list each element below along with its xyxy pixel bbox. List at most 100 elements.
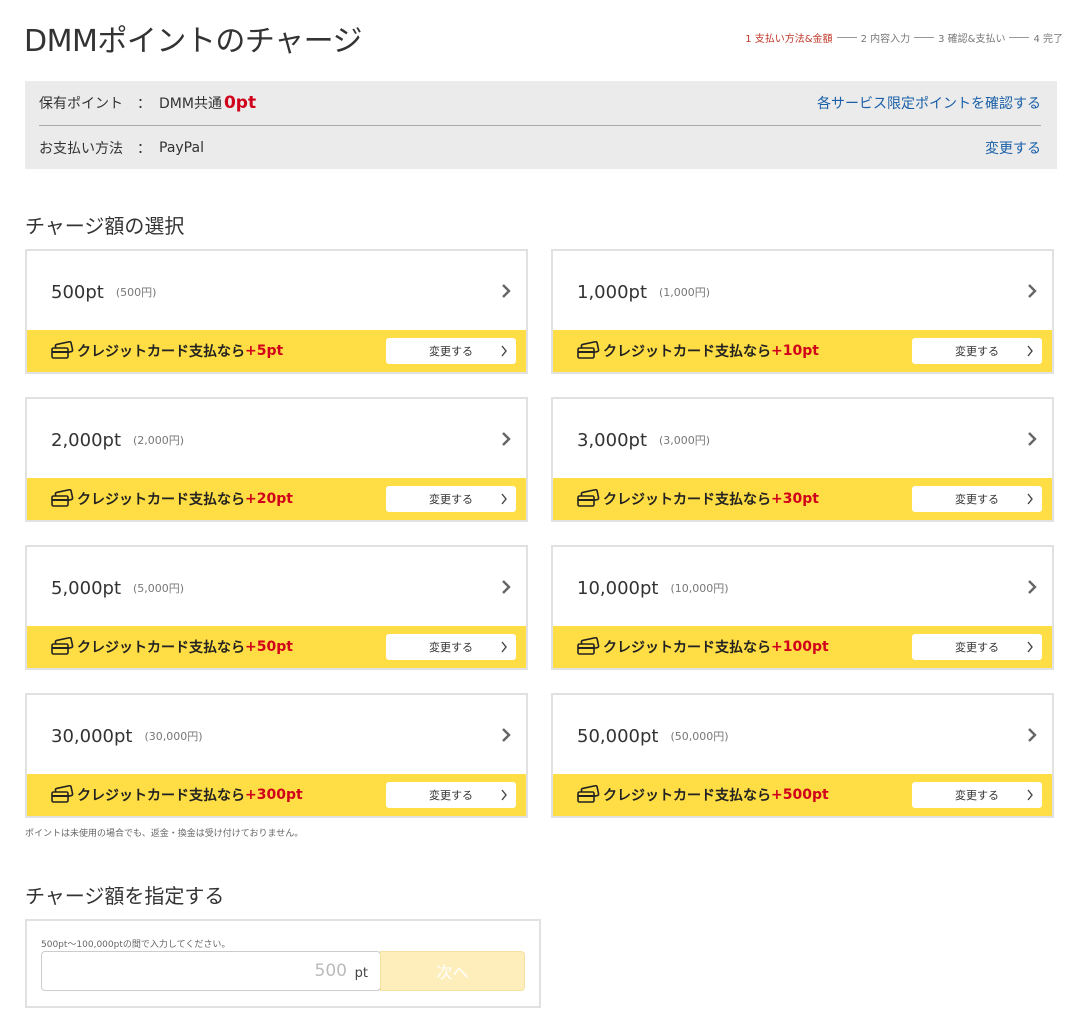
credit-card-text: クレジットカード支払なら xyxy=(603,640,771,656)
chevron-right-icon xyxy=(1028,284,1037,298)
step-3: 3 確認&支払い xyxy=(938,34,1006,45)
charge-amount: 3,000pt xyxy=(577,429,648,451)
chevron-right-icon xyxy=(1027,345,1033,357)
change-to-credit-button[interactable]: 変更する xyxy=(386,338,516,364)
chevron-right-icon xyxy=(1027,493,1033,505)
step-4: 4 完了 xyxy=(1033,34,1063,45)
change-to-credit-button[interactable]: 変更する xyxy=(386,634,516,660)
change-button-label: 変更する xyxy=(429,641,473,654)
credit-bonus: +500pt xyxy=(771,787,829,803)
step-separator xyxy=(836,37,857,38)
credit-bonus: +30pt xyxy=(771,491,819,507)
credit-card-icon xyxy=(577,637,600,655)
charge-yen: (3,000円) xyxy=(659,434,711,447)
points-row: 保有ポイント ： DMM共通 0pt 各サービス限定ポイントを確認する xyxy=(39,81,1041,126)
card-top: 3,000pt (3,000円) xyxy=(553,399,1052,481)
change-to-credit-button[interactable]: 変更する xyxy=(912,782,1042,808)
card-top: 500pt (500円) xyxy=(27,251,526,333)
change-to-credit-button[interactable]: 変更する xyxy=(912,338,1042,364)
charge-option-card[interactable]: 50,000pt (50,000円) クレジットカード支払なら +500pt 変… xyxy=(551,693,1054,818)
chevron-right-icon xyxy=(1028,432,1037,446)
credit-card-text: クレジットカード支払なら xyxy=(77,640,245,656)
custom-amount-box: 500pt〜100,000ptの間で入力してください。 pt 次へ xyxy=(25,919,541,1008)
credit-bonus-bar: クレジットカード支払なら +10pt 変更する xyxy=(553,330,1052,372)
chevron-right-icon xyxy=(501,493,507,505)
points-colon: ： xyxy=(137,96,151,112)
charge-amount: 10,000pt xyxy=(577,577,659,599)
charge-yen: (50,000円) xyxy=(670,730,729,743)
credit-bonus: +100pt xyxy=(771,639,829,655)
credit-bonus: +50pt xyxy=(245,639,293,655)
credit-card-icon xyxy=(577,341,600,359)
change-button-label: 変更する xyxy=(955,641,999,654)
credit-bonus-bar: クレジットカード支払なら +30pt 変更する xyxy=(553,478,1052,520)
change-button-label: 変更する xyxy=(955,789,999,802)
credit-card-icon xyxy=(51,637,74,655)
chevron-right-icon xyxy=(1027,789,1033,801)
credit-bonus: +300pt xyxy=(245,787,303,803)
credit-bonus: +5pt xyxy=(245,343,284,359)
credit-bonus-bar: クレジットカード支払なら +50pt 変更する xyxy=(27,626,526,668)
step-1: 1 支払い方法&金額 xyxy=(745,34,833,45)
points-label: 保有ポイント xyxy=(39,96,123,112)
next-button[interactable]: 次へ xyxy=(380,951,525,991)
card-top: 5,000pt (5,000円) xyxy=(27,547,526,629)
charge-option-card[interactable]: 5,000pt (5,000円) クレジットカード支払なら +50pt 変更する xyxy=(25,545,528,670)
card-top: 2,000pt (2,000円) xyxy=(27,399,526,481)
charge-yen: (500円) xyxy=(115,286,157,299)
charge-amount: 500pt xyxy=(51,281,104,303)
charge-option-card[interactable]: 3,000pt (3,000円) クレジットカード支払なら +30pt 変更する xyxy=(551,397,1054,522)
step-separator xyxy=(914,37,935,38)
custom-amount-input[interactable] xyxy=(42,952,347,990)
charge-option-card[interactable]: 500pt (500円) クレジットカード支払なら +5pt 変更する xyxy=(25,249,528,374)
payment-value: PayPal xyxy=(159,140,204,156)
chevron-right-icon xyxy=(1028,580,1037,594)
change-to-credit-button[interactable]: 変更する xyxy=(386,782,516,808)
chevron-right-icon xyxy=(501,641,507,653)
points-value: 0pt xyxy=(223,93,257,113)
account-info-panel: 保有ポイント ： DMM共通 0pt 各サービス限定ポイントを確認する お支払い… xyxy=(25,81,1057,169)
chevron-right-icon xyxy=(502,432,511,446)
credit-bonus-bar: クレジットカード支払なら +300pt 変更する xyxy=(27,774,526,816)
credit-card-text: クレジットカード支払なら xyxy=(603,344,771,360)
card-top: 50,000pt (50,000円) xyxy=(553,695,1052,777)
credit-card-text: クレジットカード支払なら xyxy=(77,492,245,508)
change-to-credit-button[interactable]: 変更する xyxy=(386,486,516,512)
charge-yen: (10,000円) xyxy=(670,582,729,595)
charge-yen: (30,000円) xyxy=(144,730,203,743)
credit-bonus-bar: クレジットカード支払なら +100pt 変更する xyxy=(553,626,1052,668)
credit-bonus: +10pt xyxy=(771,343,819,359)
credit-bonus-bar: クレジットカード支払なら +500pt 変更する xyxy=(553,774,1052,816)
change-payment-link[interactable]: 変更する xyxy=(985,138,1041,158)
charge-amount: 1,000pt xyxy=(577,281,648,303)
credit-bonus-bar: クレジットカード支払なら +20pt 変更する xyxy=(27,478,526,520)
change-to-credit-button[interactable]: 変更する xyxy=(912,486,1042,512)
charge-amount: 50,000pt xyxy=(577,725,659,747)
charge-amount: 2,000pt xyxy=(51,429,122,451)
charge-option-card[interactable]: 1,000pt (1,000円) クレジットカード支払なら +10pt 変更する xyxy=(551,249,1054,374)
credit-bonus: +20pt xyxy=(245,491,293,507)
credit-card-text: クレジットカード支払なら xyxy=(77,788,245,804)
change-to-credit-button[interactable]: 変更する xyxy=(912,634,1042,660)
page-title: DMMポイントのチャージ xyxy=(24,24,362,59)
change-button-label: 変更する xyxy=(429,789,473,802)
change-button-label: 変更する xyxy=(955,493,999,506)
charge-option-card[interactable]: 10,000pt (10,000円) クレジットカード支払なら +100pt 変… xyxy=(551,545,1054,670)
step-2: 2 内容入力 xyxy=(860,34,911,45)
change-button-label: 変更する xyxy=(955,345,999,358)
credit-card-icon xyxy=(51,341,74,359)
chevron-right-icon xyxy=(502,728,511,742)
credit-card-icon xyxy=(577,785,600,803)
charge-amount: 30,000pt xyxy=(51,725,133,747)
payment-row: お支払い方法 ： PayPal 変更する xyxy=(39,126,1041,170)
credit-card-icon xyxy=(51,785,74,803)
card-top: 1,000pt (1,000円) xyxy=(553,251,1052,333)
custom-amount-field-wrap: pt xyxy=(41,951,381,991)
charge-option-card[interactable]: 30,000pt (30,000円) クレジットカード支払なら +300pt 変… xyxy=(25,693,528,818)
limited-points-link[interactable]: 各サービス限定ポイントを確認する xyxy=(817,93,1041,113)
credit-card-icon xyxy=(577,489,600,507)
charge-amount: 5,000pt xyxy=(51,577,122,599)
charge-option-card[interactable]: 2,000pt (2,000円) クレジットカード支払なら +20pt 変更する xyxy=(25,397,528,522)
chevron-right-icon xyxy=(502,580,511,594)
custom-amount-unit: pt xyxy=(354,966,368,981)
